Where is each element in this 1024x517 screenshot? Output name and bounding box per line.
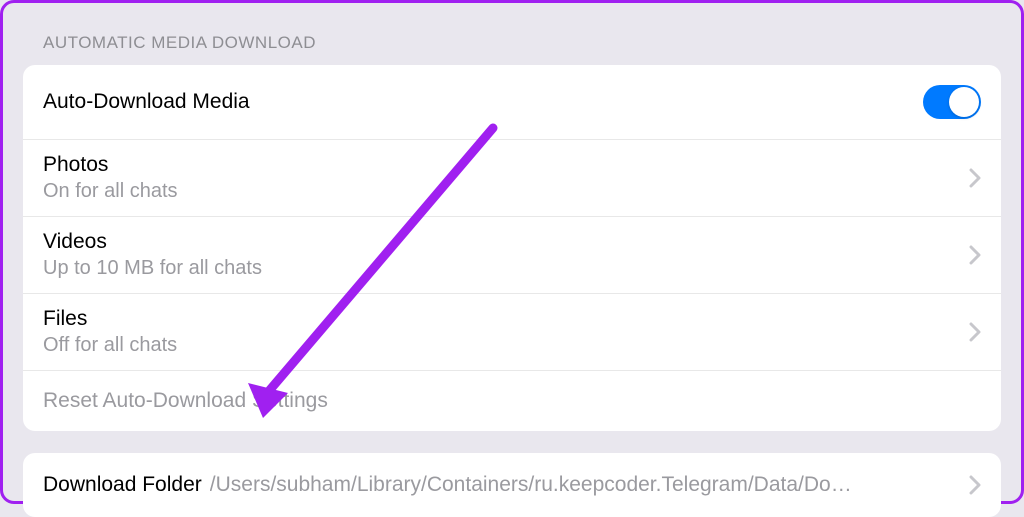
auto-download-toggle-row[interactable]: Auto-Download Media [23,65,1001,140]
section-header: AUTOMATIC MEDIA DOWNLOAD [23,3,1001,65]
download-folder-card: Download Folder /Users/subham/Library/Co… [23,453,1001,517]
toggle-switch[interactable] [923,85,981,119]
settings-card: Auto-Download Media Photos On for all ch… [23,65,1001,431]
photos-row[interactable]: Photos On for all chats [23,140,1001,217]
files-label: Files [43,307,177,331]
videos-status: Up to 10 MB for all chats [43,257,262,280]
files-row[interactable]: Files Off for all chats [23,294,1001,371]
chevron-right-icon [969,168,981,188]
chevron-right-icon [969,245,981,265]
videos-label: Videos [43,230,262,254]
auto-download-label: Auto-Download Media [43,90,250,114]
photos-status: On for all chats [43,180,178,203]
download-folder-path: /Users/subham/Library/Containers/ru.keep… [210,473,961,497]
chevron-right-icon [969,322,981,342]
reset-label: Reset Auto-Download Settings [43,389,328,412]
download-folder-label: Download Folder [43,473,202,497]
reset-row[interactable]: Reset Auto-Download Settings [23,371,1001,431]
chevron-right-icon [969,475,981,495]
photos-label: Photos [43,153,178,177]
videos-row[interactable]: Videos Up to 10 MB for all chats [23,217,1001,294]
toggle-knob [949,87,979,117]
download-folder-row[interactable]: Download Folder /Users/subham/Library/Co… [23,453,1001,517]
files-status: Off for all chats [43,334,177,357]
